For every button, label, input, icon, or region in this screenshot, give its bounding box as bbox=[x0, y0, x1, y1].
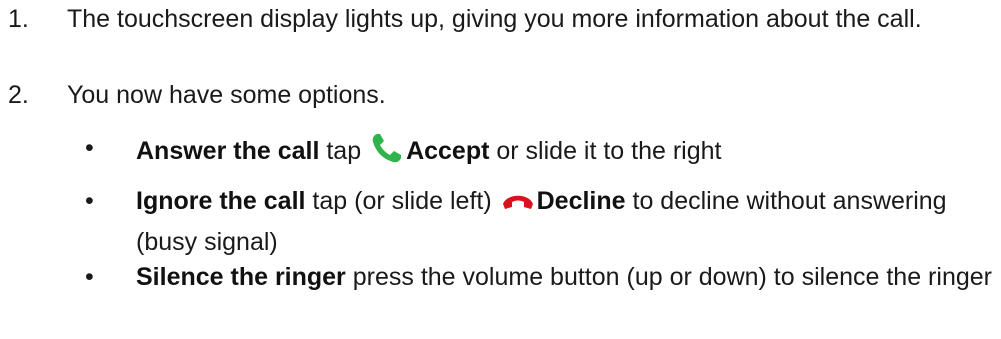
option-text: Silence the ringer press the volume butt… bbox=[136, 260, 996, 295]
option-text: Ignore the call tap (or slide left) Decl… bbox=[136, 184, 996, 260]
phone-accept-icon bbox=[370, 131, 404, 175]
option-pre: tap bbox=[319, 137, 369, 165]
step-number: 1. bbox=[8, 5, 29, 33]
option-post: or slide it to the right bbox=[489, 137, 722, 165]
phone-decline-icon bbox=[501, 189, 535, 225]
option-title: Silence the ringer bbox=[136, 263, 346, 291]
option-title: Ignore the call bbox=[136, 187, 306, 215]
decline-label: Decline bbox=[536, 187, 626, 215]
step-text: The touchscreen display lights up, givin… bbox=[67, 5, 922, 33]
bullet-marker: • bbox=[85, 187, 94, 215]
option-pre: tap (or slide left) bbox=[305, 187, 499, 215]
step-number: 2. bbox=[8, 81, 29, 109]
bullet-marker: • bbox=[85, 263, 94, 291]
instructions-page: 1. The touchscreen display lights up, gi… bbox=[0, 0, 1001, 339]
bullet-marker: • bbox=[85, 134, 94, 162]
step-text: You now have some options. bbox=[67, 81, 386, 109]
accept-label: Accept bbox=[406, 137, 490, 165]
option-text: Answer the call tap Accept or slide it t… bbox=[136, 131, 996, 175]
option-post: press the volume button (up or down) to … bbox=[345, 263, 992, 291]
option-title: Answer the call bbox=[136, 137, 320, 165]
